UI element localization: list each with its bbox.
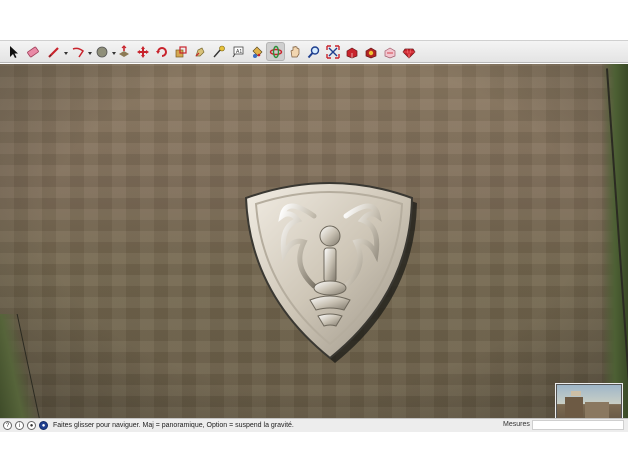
svg-text:A1: A1 bbox=[236, 49, 242, 55]
offset-icon[interactable] bbox=[190, 42, 209, 61]
credits-icon[interactable]: ● bbox=[27, 421, 36, 430]
eraser-icon[interactable] bbox=[23, 42, 42, 61]
select-arrow-icon[interactable] bbox=[4, 42, 23, 61]
move-icon[interactable] bbox=[133, 42, 152, 61]
3d-viewport[interactable] bbox=[0, 64, 628, 418]
foreground-object-left bbox=[0, 314, 42, 418]
extension-warehouse-icon[interactable] bbox=[361, 42, 380, 61]
zoom-extents-icon[interactable] bbox=[323, 42, 342, 61]
help-icon[interactable]: ? bbox=[3, 421, 12, 430]
zoom-icon[interactable] bbox=[304, 42, 323, 61]
top-blank-area bbox=[0, 0, 628, 40]
status-bar: ? i ● ● Faites glisser pour naviguer. Ma… bbox=[0, 418, 628, 432]
thumbnail-sky-detail bbox=[571, 391, 581, 396]
shield-emblem-model[interactable] bbox=[240, 176, 422, 366]
warehouse-icon[interactable] bbox=[342, 42, 361, 61]
measures-input[interactable] bbox=[532, 420, 624, 430]
circle-shape-icon[interactable] bbox=[90, 42, 116, 61]
orbit-icon[interactable] bbox=[266, 42, 285, 61]
paint-bucket-icon[interactable] bbox=[247, 42, 266, 61]
thumbnail-wall bbox=[585, 402, 609, 418]
rotate-icon[interactable] bbox=[152, 42, 171, 61]
geolocation-icon[interactable]: i bbox=[15, 421, 24, 430]
push-pull-icon[interactable] bbox=[114, 42, 133, 61]
arc-icon[interactable] bbox=[66, 42, 92, 61]
components-icon[interactable] bbox=[380, 42, 399, 61]
user-account-icon[interactable]: ● bbox=[39, 421, 48, 430]
bottom-blank-area bbox=[0, 432, 628, 472]
ruby-icon[interactable] bbox=[399, 42, 418, 61]
main-toolbar: A1 bbox=[0, 40, 628, 63]
viewport-thumbnail[interactable] bbox=[556, 384, 622, 418]
text-tool-icon[interactable]: A1 bbox=[228, 42, 247, 61]
thumbnail-building bbox=[565, 397, 583, 417]
foreground-object-right bbox=[602, 64, 628, 418]
status-hint-text: Faites glisser pour naviguer. Maj = pano… bbox=[53, 422, 294, 429]
scale-icon[interactable] bbox=[171, 42, 190, 61]
tape-measure-icon[interactable] bbox=[209, 42, 228, 61]
measures-label: Mesures bbox=[503, 421, 530, 428]
pan-hand-icon[interactable] bbox=[285, 42, 304, 61]
pencil-line-icon[interactable] bbox=[42, 42, 68, 61]
